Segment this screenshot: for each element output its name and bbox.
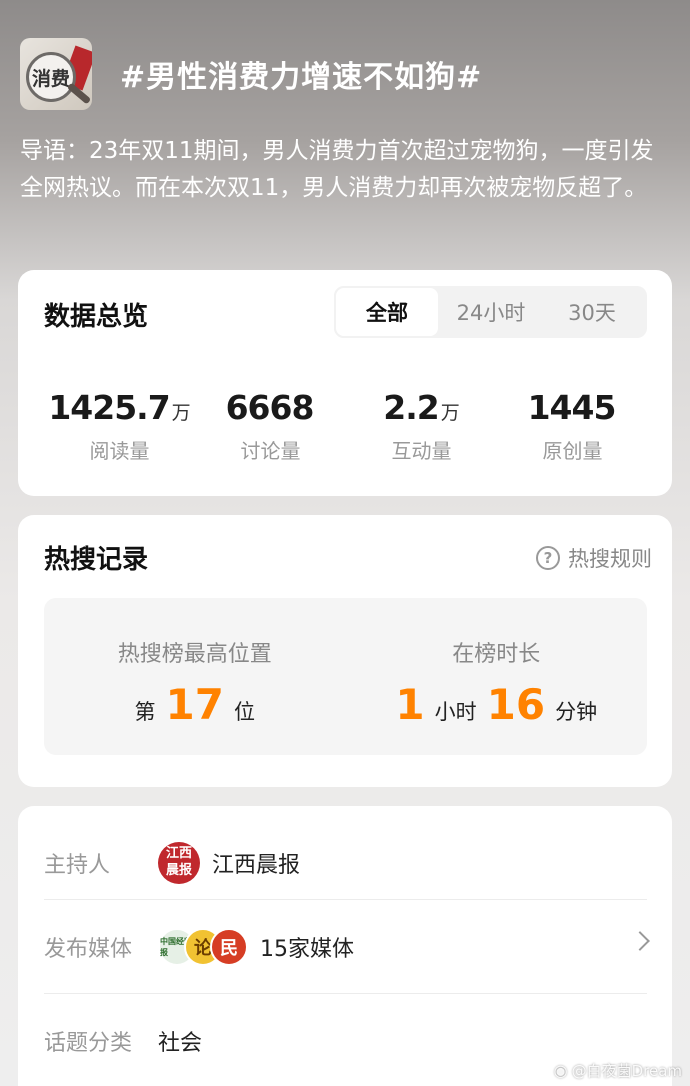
host-name: 江西晨报 (212, 852, 301, 878)
peak-value-row: 第 17 位 (44, 680, 346, 729)
overview-title: 数据总览 (44, 302, 149, 332)
stats-row: 1425.7 万 阅读量 6668 讨论量 2.2 万 互动量 1445 原创量 (18, 388, 672, 464)
thumb-text: 消费 (31, 67, 70, 90)
stat-originals: 1445 原创量 (497, 388, 648, 464)
host-logo-char: 江 (165, 846, 179, 861)
tab-all[interactable]: 全部 (334, 286, 440, 338)
chevron-right-icon (630, 931, 650, 951)
time-range-tabs: 全部 24小时 30天 (334, 286, 647, 338)
rules-label: 热搜规则 (568, 547, 652, 571)
media-row[interactable]: 发布媒体 中国经营报 论 民 15家媒体 (44, 901, 650, 994)
stat-label: 阅读量 (89, 439, 150, 463)
host-logo-char: 西 (179, 846, 193, 861)
on-list-duration: 在榜时长 1 小时 16 分钟 (346, 598, 648, 755)
peak-prefix: 第 (134, 700, 156, 724)
stat-value: 2.2 (383, 388, 439, 427)
host-logo-char: 报 (179, 863, 193, 878)
peak-value: 17 (165, 680, 224, 729)
duration-label: 在榜时长 (452, 642, 541, 667)
media-label: 发布媒体 (44, 937, 133, 962)
stat-reads-number: 1425.7 万 (44, 388, 195, 427)
host-logo: 江西晨报 (158, 841, 200, 884)
duration-minutes: 16 (486, 680, 546, 729)
stat-value: 1445 (527, 388, 617, 427)
stat-originals-number: 1445 (497, 388, 648, 427)
stat-unit: 万 (171, 402, 191, 424)
watermark-text: @白夜菌Dream (571, 1062, 682, 1080)
media-count: 15家媒体 (260, 937, 354, 962)
magnifier-icon: 消费 (26, 52, 76, 102)
topic-intro: 导语：23年双11期间，男人消费力首次超过宠物狗，一度引发全网热议。而在本次双1… (20, 138, 654, 201)
hot-search-title: 热搜记录 (44, 545, 149, 575)
question-circle-icon: ? (536, 546, 560, 570)
category-label: 话题分类 (44, 1031, 133, 1056)
stat-reads: 1425.7 万 阅读量 (44, 388, 195, 464)
peak-suffix: 位 (233, 700, 255, 724)
duration-minutes-unit: 分钟 (555, 700, 598, 724)
hot-search-rules-link[interactable]: ? 热搜规则 (536, 543, 652, 573)
category-value: 社会 (158, 1031, 203, 1056)
hot-search-stats: 热搜榜最高位置 第 17 位 在榜时长 1 小时 16 分钟 (44, 598, 647, 755)
media-logo: 民 (210, 928, 248, 966)
stat-interactions-number: 2.2 万 (346, 388, 497, 427)
duration-hours: 1 (395, 680, 425, 729)
stat-discussions: 6668 讨论量 (195, 388, 346, 464)
watermark: ◉ @白夜菌Dream (554, 1060, 682, 1081)
host-logo-char: 晨 (165, 863, 179, 878)
topic-info-card: 主持人 江西晨报 江西晨报 发布媒体 中国经营报 论 民 15家媒体 话题分类 … (18, 806, 672, 1086)
stat-label: 原创量 (542, 439, 603, 463)
topic-header: 消费 #男性消费力增速不如狗# (20, 38, 482, 110)
stat-unit: 万 (440, 402, 460, 424)
stat-label: 互动量 (391, 439, 452, 463)
peak-label: 热搜榜最高位置 (117, 642, 272, 667)
hot-search-card: 热搜记录 ? 热搜规则 热搜榜最高位置 第 17 位 在榜时长 1 小时 16 … (18, 515, 672, 787)
data-overview-card: 数据总览 全部 24小时 30天 1425.7 万 阅读量 6668 讨论量 2.… (18, 270, 672, 496)
stat-label: 讨论量 (240, 439, 301, 463)
stat-interactions: 2.2 万 互动量 (346, 388, 497, 464)
topic-title: #男性消费力增速不如狗# (120, 60, 483, 95)
host-row[interactable]: 主持人 江西晨报 江西晨报 (44, 826, 647, 900)
media-logos: 中国经营报 论 民 (158, 928, 248, 966)
peak-position: 热搜榜最高位置 第 17 位 (44, 598, 346, 755)
tab-30d[interactable]: 30天 (542, 286, 642, 338)
stat-value: 1425.7 (48, 388, 170, 427)
topic-thumbnail: 消费 (20, 38, 92, 110)
stat-discussions-number: 6668 (195, 388, 346, 427)
tab-24h[interactable]: 24小时 (440, 286, 542, 338)
duration-hours-unit: 小时 (434, 700, 477, 724)
host-label: 主持人 (44, 852, 111, 878)
duration-value-row: 1 小时 16 分钟 (346, 680, 648, 729)
stat-value: 6668 (225, 388, 315, 427)
weibo-icon: ◉ (553, 1061, 568, 1080)
